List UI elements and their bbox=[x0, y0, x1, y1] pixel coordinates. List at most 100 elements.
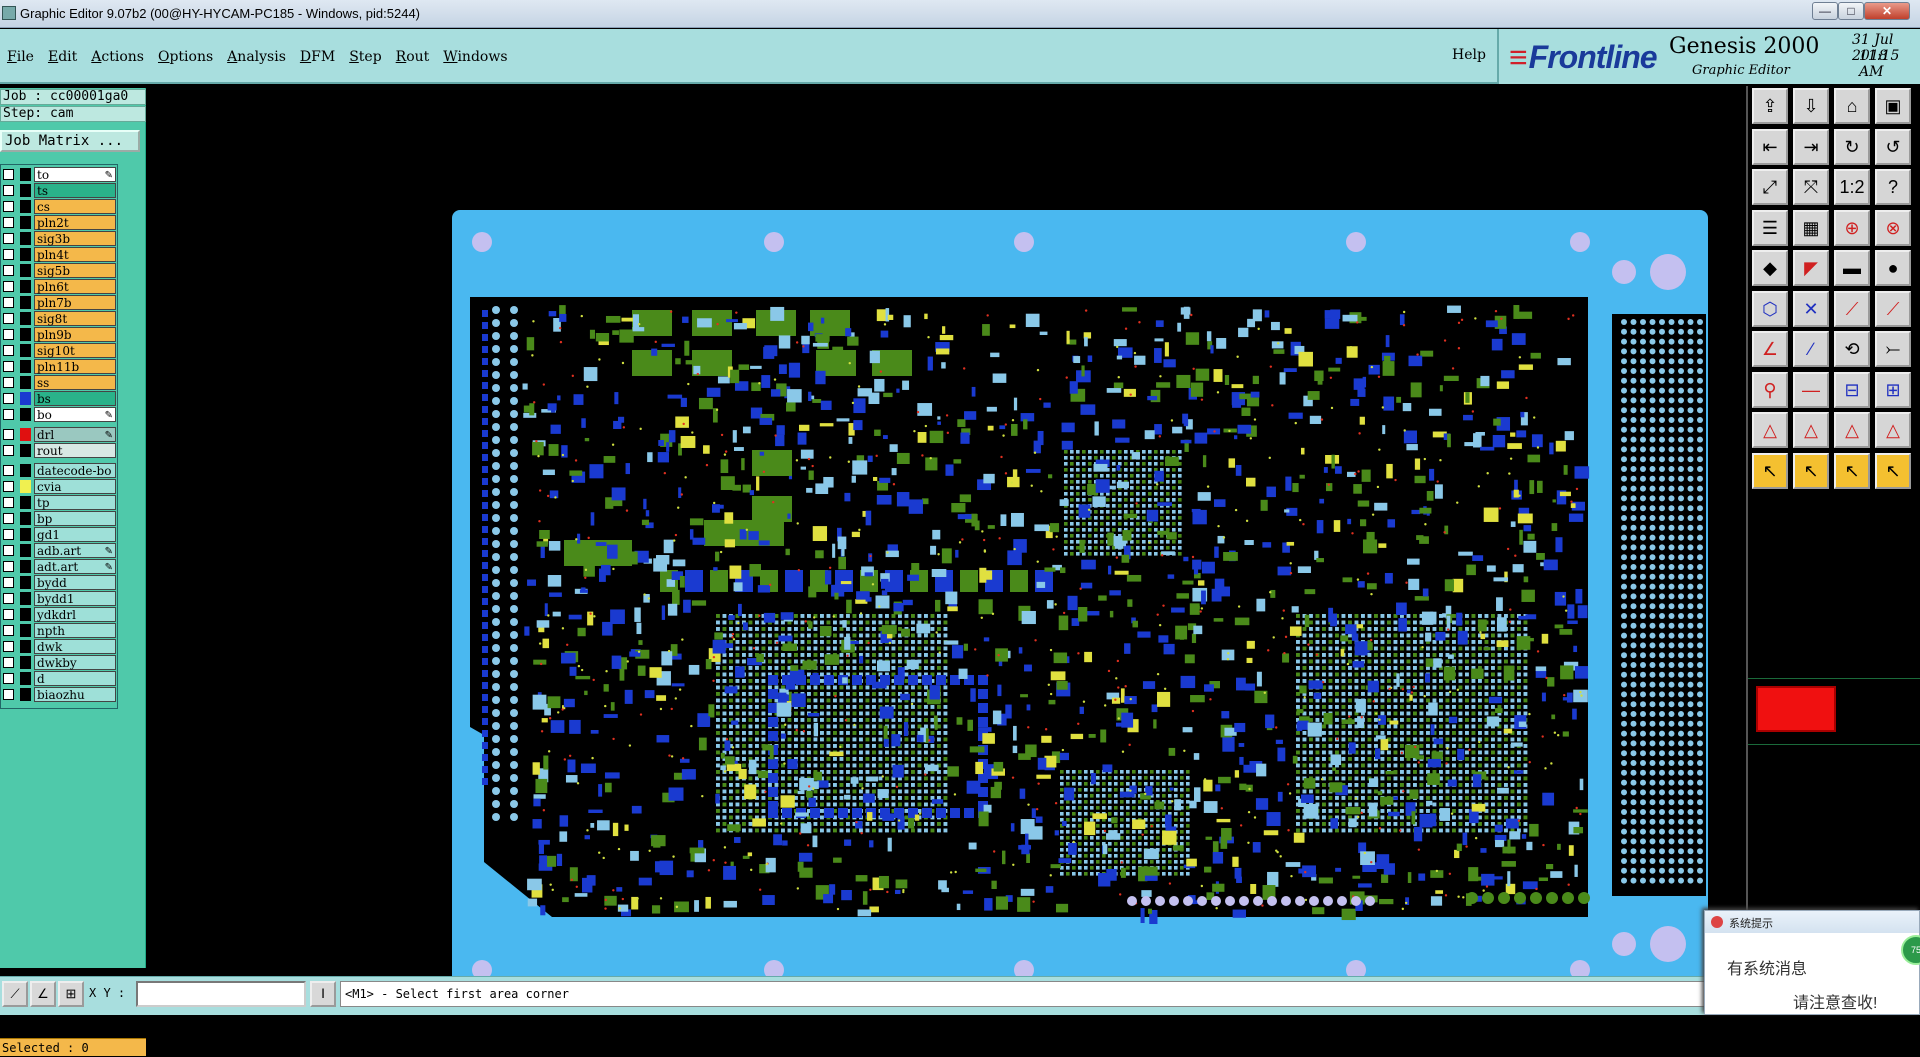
layer-color-swatch[interactable] bbox=[20, 576, 31, 589]
menu-file[interactable]: File bbox=[7, 49, 34, 65]
layer-row-sig8t[interactable]: sig8t bbox=[2, 311, 118, 326]
layer-color-swatch[interactable] bbox=[20, 640, 31, 653]
layer-color-swatch[interactable] bbox=[20, 608, 31, 621]
layer-row-npth[interactable]: npth bbox=[2, 623, 118, 638]
layer-name[interactable]: pln6t bbox=[34, 279, 116, 294]
layer-checkbox[interactable] bbox=[3, 625, 14, 636]
layer-checkbox[interactable] bbox=[3, 513, 14, 524]
layer-color-swatch[interactable] bbox=[20, 296, 31, 309]
layer-row-bo[interactable]: bo ✎ bbox=[2, 407, 118, 422]
pcb-board[interactable] bbox=[452, 210, 1708, 1003]
layer-name[interactable]: bp bbox=[34, 511, 116, 526]
layer-row-biaozhu[interactable]: biaozhu bbox=[2, 687, 118, 702]
layer-checkbox[interactable] bbox=[3, 361, 14, 372]
menu-step[interactable]: Step bbox=[349, 49, 381, 65]
layer-row-ss[interactable]: ss bbox=[2, 375, 118, 390]
layer-name[interactable]: biaozhu bbox=[34, 687, 116, 702]
layer-checkbox[interactable] bbox=[3, 445, 14, 456]
graphic-canvas[interactable] bbox=[146, 86, 1746, 1003]
layer-color-swatch[interactable] bbox=[20, 624, 31, 637]
layer-row-sig5b[interactable]: sig5b bbox=[2, 263, 118, 278]
layer-name[interactable]: tp bbox=[34, 495, 116, 510]
layer-row-tp[interactable]: tp bbox=[2, 495, 118, 510]
layer-name[interactable]: bydd1 bbox=[34, 591, 116, 606]
layer-checkbox[interactable] bbox=[3, 545, 14, 556]
layer-name[interactable]: sig10t bbox=[34, 343, 116, 358]
layer-color-swatch[interactable] bbox=[20, 480, 31, 493]
menu-analysis[interactable]: Analysis bbox=[227, 49, 286, 65]
layer-name[interactable]: bs bbox=[34, 391, 116, 406]
layer-name[interactable]: bo ✎ bbox=[34, 407, 116, 422]
layer-name[interactable]: npth bbox=[34, 623, 116, 638]
layer-color-swatch[interactable] bbox=[20, 328, 31, 341]
menu-actions[interactable]: Actions bbox=[91, 49, 144, 65]
layer-row-dwk[interactable]: dwk bbox=[2, 639, 118, 654]
layer-color-swatch[interactable] bbox=[20, 168, 31, 181]
layer-color-swatch[interactable] bbox=[20, 592, 31, 605]
layer-name[interactable]: adb.art ✎ bbox=[34, 543, 116, 558]
layer-color-swatch[interactable] bbox=[20, 428, 31, 441]
layer-row-pln7b[interactable]: pln7b bbox=[2, 295, 118, 310]
layer-checkbox[interactable] bbox=[3, 409, 14, 420]
layer-name[interactable]: to ✎ bbox=[34, 167, 116, 182]
menu-options[interactable]: Options bbox=[158, 49, 213, 65]
layer-checkbox[interactable] bbox=[3, 329, 14, 340]
layer-name[interactable]: pln2t bbox=[34, 215, 116, 230]
layer-checkbox[interactable] bbox=[3, 641, 14, 652]
layer-name[interactable]: pln4t bbox=[34, 247, 116, 262]
layer-row-cs[interactable]: cs bbox=[2, 199, 118, 214]
layer-checkbox[interactable] bbox=[3, 265, 14, 276]
layer-checkbox[interactable] bbox=[3, 561, 14, 572]
layer-name[interactable]: ts bbox=[34, 183, 116, 198]
layer-color-swatch[interactable] bbox=[20, 264, 31, 277]
layer-checkbox[interactable] bbox=[3, 673, 14, 684]
layer-name[interactable]: ss bbox=[34, 375, 116, 390]
layer-row-pln4t[interactable]: pln4t bbox=[2, 247, 118, 262]
layer-checkbox[interactable] bbox=[3, 249, 14, 260]
layer-row-dwkby[interactable]: dwkby bbox=[2, 655, 118, 670]
layer-name[interactable]: pln11b bbox=[34, 359, 116, 374]
layer-checkbox[interactable] bbox=[3, 593, 14, 604]
layer-checkbox[interactable] bbox=[3, 169, 14, 180]
layer-row-sig10t[interactable]: sig10t bbox=[2, 343, 118, 358]
menu-dfm[interactable]: DFM bbox=[300, 49, 335, 65]
layer-checkbox[interactable] bbox=[3, 185, 14, 196]
layer-checkbox[interactable] bbox=[3, 313, 14, 324]
layer-row-pln11b[interactable]: pln11b bbox=[2, 359, 118, 374]
layer-color-swatch[interactable] bbox=[20, 184, 31, 197]
menu-edit[interactable]: Edit bbox=[48, 49, 77, 65]
layer-color-swatch[interactable] bbox=[20, 200, 31, 213]
menu-windows[interactable]: Windows bbox=[443, 49, 507, 65]
layer-checkbox[interactable] bbox=[3, 465, 14, 476]
layer-name[interactable]: cs bbox=[34, 199, 116, 214]
layer-name[interactable]: adt.art ✎ bbox=[34, 559, 116, 574]
layer-color-swatch[interactable] bbox=[20, 344, 31, 357]
layer-row-adb.art[interactable]: adb.art ✎ bbox=[2, 543, 118, 558]
layer-name[interactable]: datecode-bo bbox=[34, 463, 116, 478]
layer-name[interactable]: ydkdrl bbox=[34, 607, 116, 622]
menu-rout[interactable]: Rout bbox=[396, 49, 430, 65]
layer-color-swatch[interactable] bbox=[20, 544, 31, 557]
layer-row-d[interactable]: d bbox=[2, 671, 118, 686]
layer-checkbox[interactable] bbox=[3, 377, 14, 388]
layer-row-ydkdrl[interactable]: ydkdrl bbox=[2, 607, 118, 622]
layer-name[interactable]: d bbox=[34, 671, 116, 686]
layer-color-swatch[interactable] bbox=[20, 512, 31, 525]
layer-row-bp[interactable]: bp bbox=[2, 511, 118, 526]
layer-name[interactable]: sig3b bbox=[34, 231, 116, 246]
layer-color-swatch[interactable] bbox=[20, 464, 31, 477]
layer-color-swatch[interactable] bbox=[20, 444, 31, 457]
layer-color-swatch[interactable] bbox=[20, 656, 31, 669]
layer-checkbox[interactable] bbox=[3, 481, 14, 492]
layer-checkbox[interactable] bbox=[3, 345, 14, 356]
layer-row-pln6t[interactable]: pln6t bbox=[2, 279, 118, 294]
menu-help[interactable]: Help bbox=[1452, 47, 1486, 63]
layer-row-cvia[interactable]: cvia bbox=[2, 479, 118, 494]
layer-name[interactable]: rout bbox=[34, 443, 116, 458]
layer-checkbox[interactable] bbox=[3, 529, 14, 540]
layer-checkbox[interactable] bbox=[3, 609, 14, 620]
minimize-button[interactable]: — bbox=[1812, 2, 1838, 20]
layer-color-swatch[interactable] bbox=[20, 408, 31, 421]
layer-color-swatch[interactable] bbox=[20, 672, 31, 685]
layer-row-gd1[interactable]: gd1 bbox=[2, 527, 118, 542]
